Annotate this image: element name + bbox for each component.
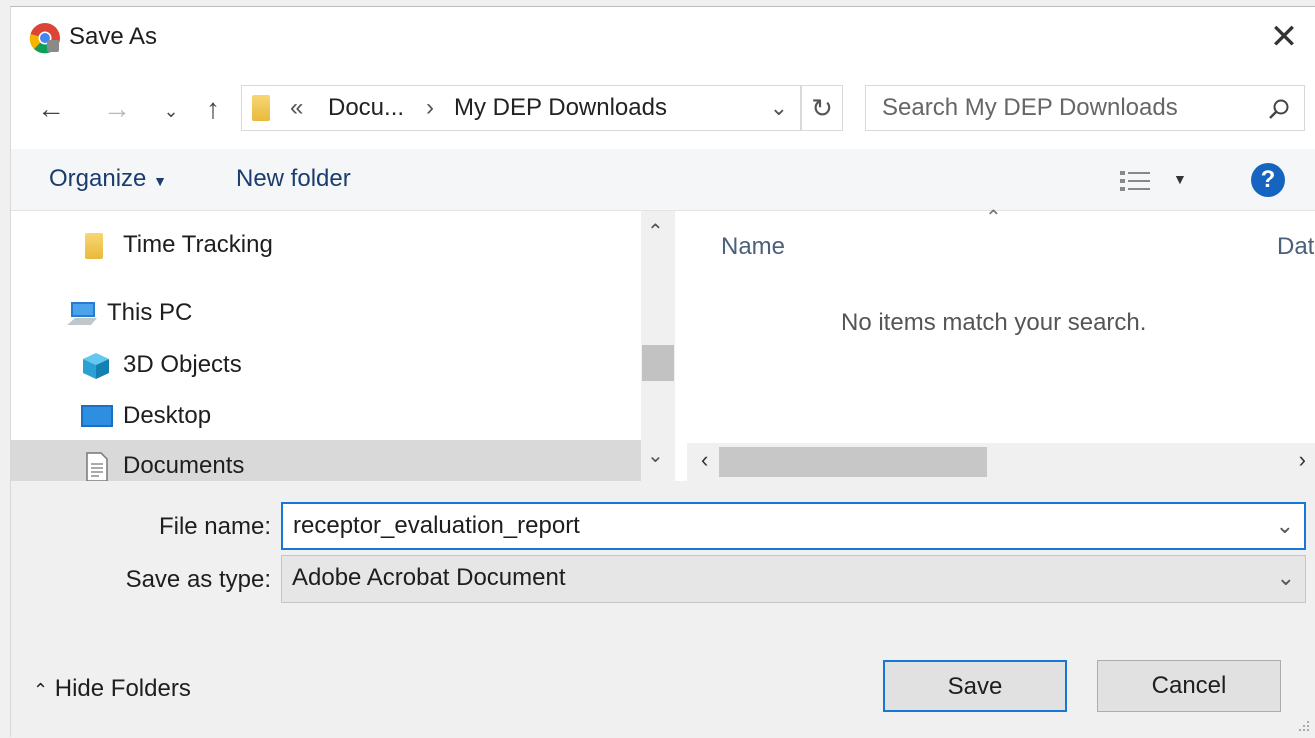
cube-icon [83,353,109,379]
up-arrow-icon[interactable]: ↑ [197,89,229,129]
empty-message: No items match your search. [841,309,1147,336]
document-icon [86,452,108,482]
view-options-icon[interactable] [1119,169,1153,193]
scroll-up-chevron-icon[interactable]: ⌃ [647,219,664,244]
chevron-up-icon: ⌃ [33,680,49,700]
save-as-dialog: Save As ✕ ← → ⌄ ↑ « Docu... › My DEP Dow… [10,6,1315,738]
back-arrow-icon[interactable]: ← [33,89,69,129]
address-bar[interactable]: « Docu... › My DEP Downloads ⌄ [241,85,801,131]
tree-item-label: This PC [107,299,193,326]
save-as-type-chevron-icon[interactable]: ⌄ [1277,556,1295,600]
tree-item-label: Time Tracking [123,231,273,258]
save-as-type-value: Adobe Acrobat Document [292,564,566,591]
file-name-field[interactable]: receptor_evaluation_report ⌄ [281,502,1306,550]
caret-down-icon: ▼ [153,173,167,189]
tree-item-label: 3D Objects [123,351,242,378]
search-box[interactable]: Search My DEP Downloads [865,85,1305,131]
folder-icon [252,95,270,121]
tree-item-this-pc[interactable]: This PC [11,289,641,337]
resize-grip-icon[interactable] [1297,719,1311,733]
address-dropdown-chevron-icon[interactable]: ⌄ [770,86,788,130]
scroll-down-chevron-icon[interactable]: ⌄ [647,443,664,468]
file-list-pane: ⌃ Name Dat No items match your search. [679,207,1315,481]
tree-item-documents[interactable]: Documents [11,440,641,482]
refresh-icon[interactable]: ↻ [801,85,843,131]
sort-ascending-icon: ⌃ [985,207,1002,229]
help-icon[interactable]: ? [1251,163,1285,197]
save-as-type-select[interactable]: Adobe Acrobat Document ⌄ [281,555,1306,603]
save-as-type-label: Save as type: [125,566,271,593]
close-icon[interactable]: ✕ [1266,19,1302,55]
command-toolbar: Organize ▼ New folder ▼ ? [11,149,1315,211]
organize-label: Organize [49,165,147,192]
search-input[interactable]: Search My DEP Downloads [882,86,1178,130]
title-bar: Save As ✕ [11,7,1315,69]
window-title: Save As [69,23,158,50]
breadcrumb-overflow[interactable]: « [290,86,303,130]
forward-arrow-icon[interactable]: → [99,89,135,129]
file-name-label: File name: [158,513,271,540]
save-button[interactable]: Save [883,660,1067,712]
hide-folders-label: Hide Folders [54,675,191,702]
file-name-input[interactable]: receptor_evaluation_report [293,504,580,548]
horizontal-scroll-thumb[interactable] [719,447,987,477]
breadcrumb-documents[interactable]: Docu... [328,86,404,130]
desktop-icon [81,405,113,427]
folder-icon [85,233,103,259]
chrome-icon [29,23,60,54]
tree-item-time-tracking[interactable]: Time Tracking [11,221,641,269]
scroll-left-chevron-icon[interactable]: ‹ [701,447,708,473]
column-header-date[interactable]: Dat [1277,233,1314,261]
navigation-scroll-thumb[interactable] [642,345,674,381]
cancel-button[interactable]: Cancel [1097,660,1281,712]
scroll-right-chevron-icon[interactable]: › [1299,447,1306,473]
tree-item-3d-objects[interactable]: 3D Objects [11,341,641,389]
computer-icon [67,302,97,325]
tree-item-label: Desktop [123,402,212,429]
recent-locations-chevron-icon[interactable]: ⌄ [157,91,185,131]
navigation-pane: Time Tracking This PC 3D Objects Desktop… [11,211,641,482]
hide-folders-button[interactable]: ⌃ Hide Folders [33,675,191,703]
search-icon[interactable] [1268,98,1290,120]
new-folder-button[interactable]: New folder [236,149,351,209]
breadcrumb-current-folder[interactable]: My DEP Downloads [454,86,667,130]
tree-item-desktop[interactable]: Desktop [11,392,641,440]
column-header-name[interactable]: Name [721,233,785,261]
breadcrumb-separator: › [426,94,434,121]
view-dropdown-caret-icon[interactable]: ▼ [1173,171,1187,187]
file-name-dropdown-chevron-icon[interactable]: ⌄ [1276,504,1294,548]
organize-button[interactable]: Organize ▼ [49,149,167,211]
